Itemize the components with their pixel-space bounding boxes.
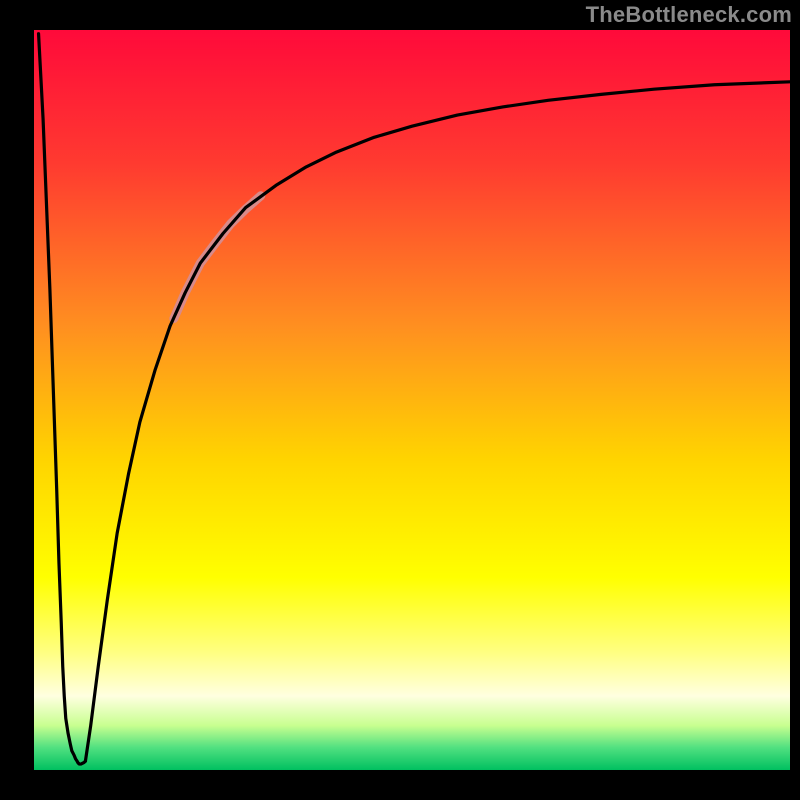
chart-frame: TheBottleneck.com [0, 0, 800, 800]
bottleneck-chart [0, 0, 800, 800]
watermark-text: TheBottleneck.com [586, 2, 792, 28]
